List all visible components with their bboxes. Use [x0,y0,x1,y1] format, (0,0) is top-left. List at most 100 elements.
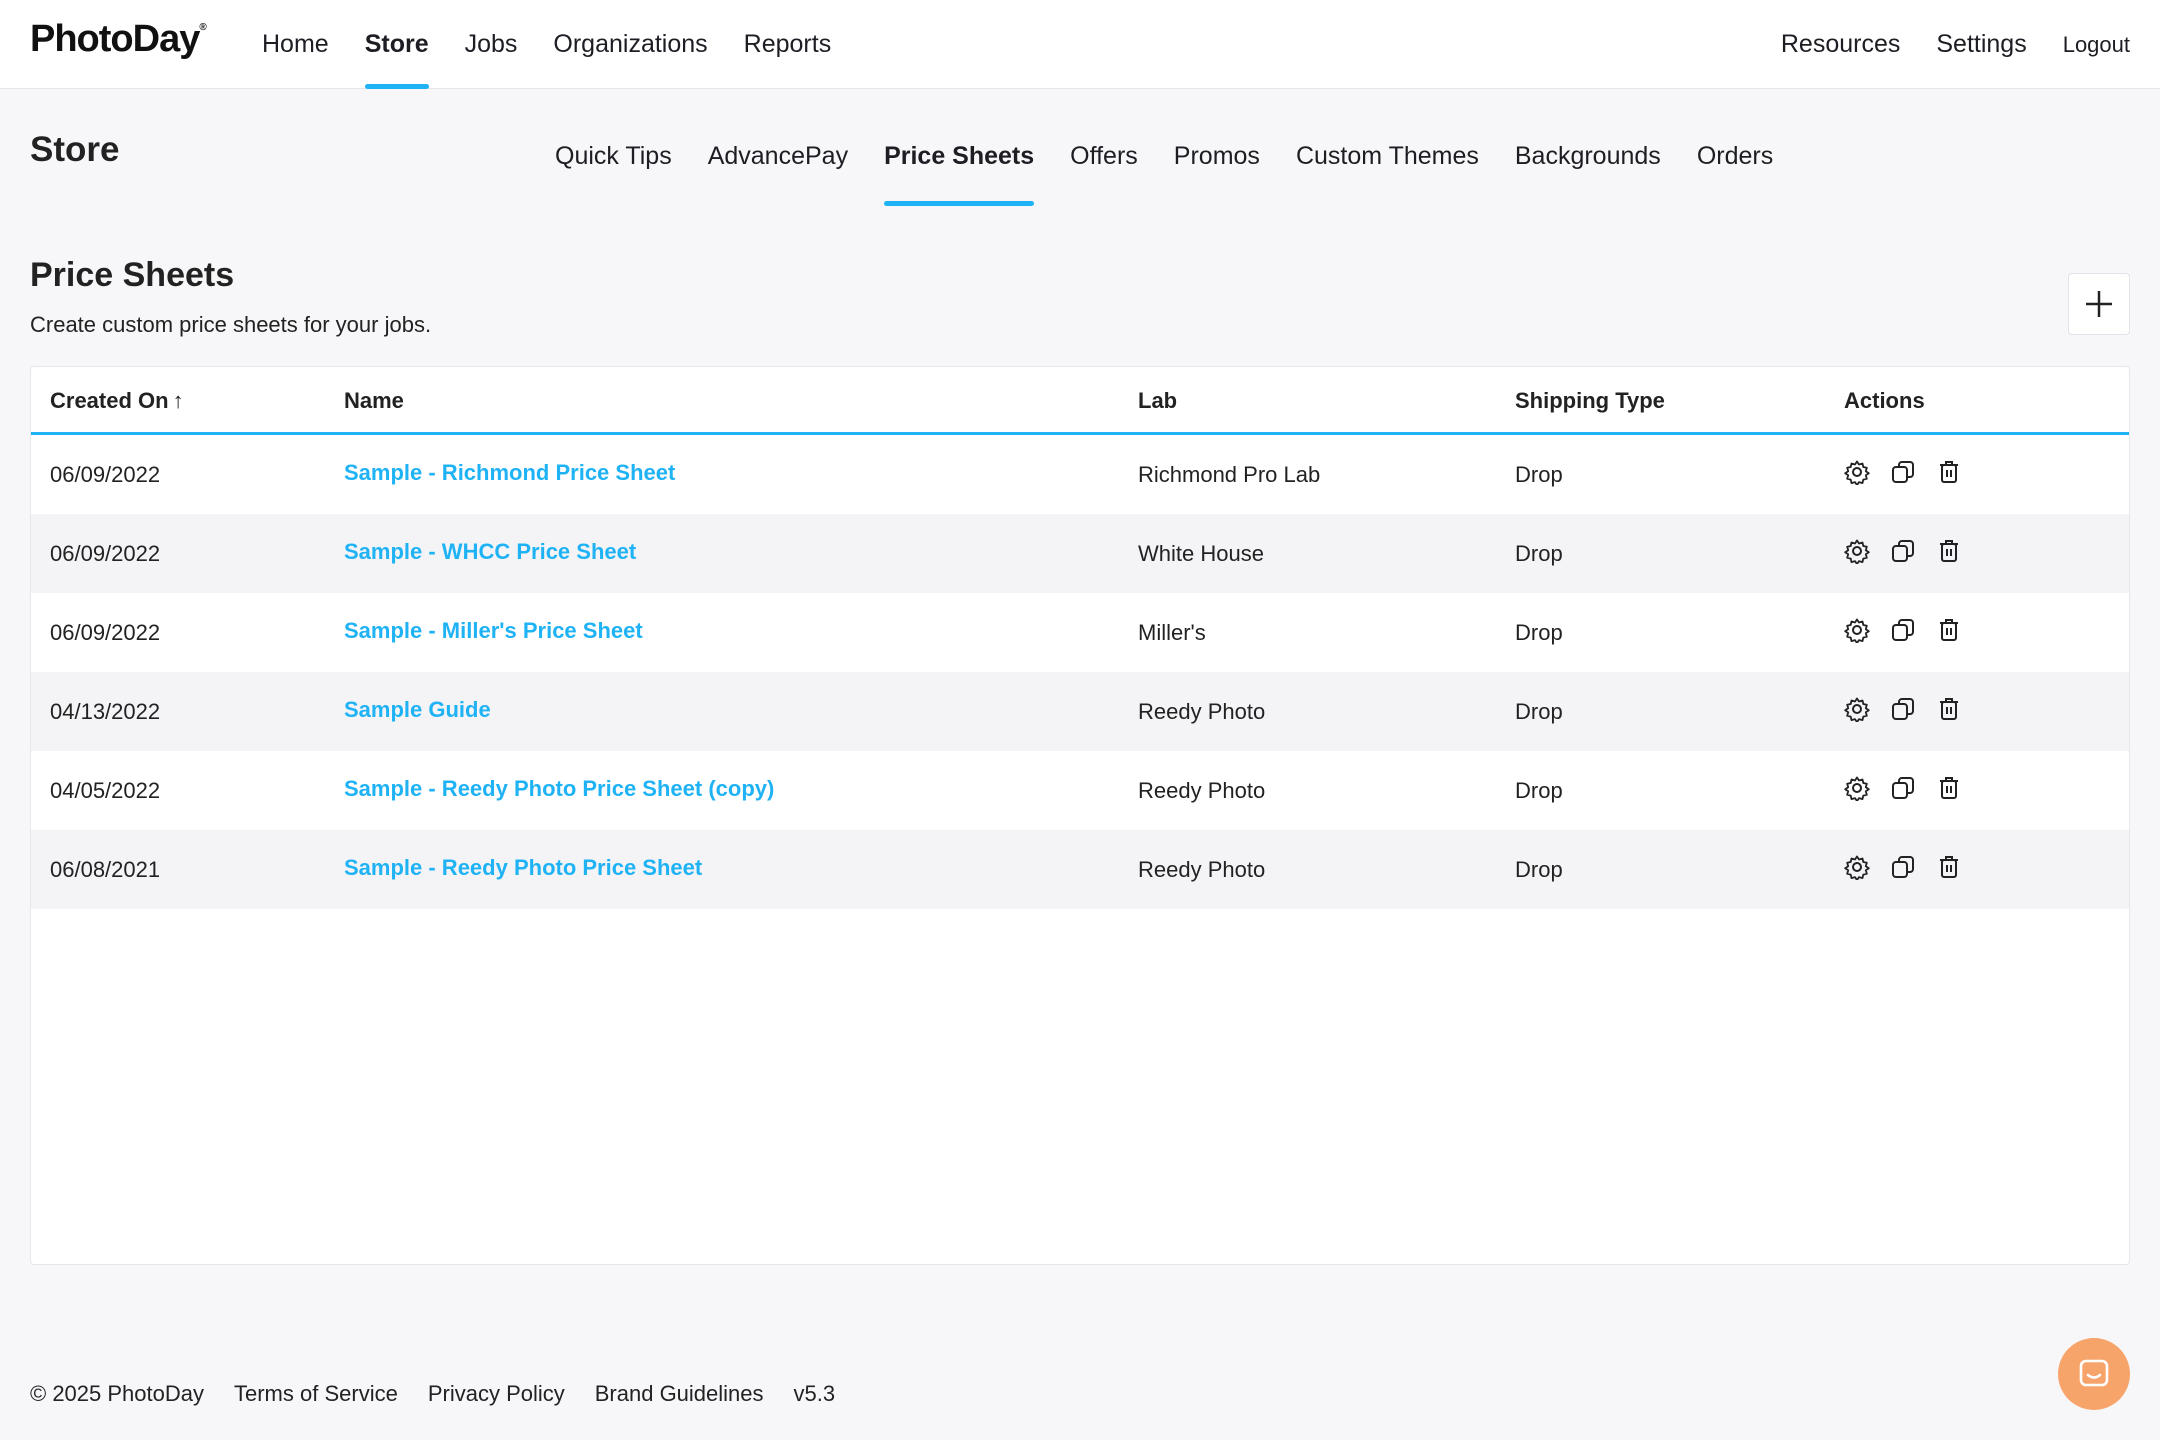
settings-action-button[interactable] [1844,696,1870,723]
column-created-on[interactable]: Created On ↑ [50,367,184,435]
logo-text: PhotoDay [30,18,200,60]
table-row: 06/08/2021 Sample - Reedy Photo Price She… [31,830,2129,909]
price-sheet-name-link[interactable]: Sample - WHCC Price Sheet [344,512,636,591]
created-on-cell: 06/09/2022 [50,620,161,645]
price-sheet-name-link[interactable]: Sample - Richmond Price Sheet [344,433,675,512]
tab-quick-tips[interactable]: Quick Tips [555,130,672,206]
logo-registered-mark: ® [199,22,206,33]
gear-icon [1844,618,1870,647]
main-nav: Home Store Jobs Organizations Reports [262,0,867,89]
column-created-on-label: Created On [50,388,169,413]
price-sheet-name-link[interactable]: Sample Guide [344,670,491,749]
gear-icon [1844,697,1870,726]
column-shipping-type[interactable]: Shipping Type [1515,367,1665,435]
delete-action-button[interactable] [1936,854,1962,880]
tab-offers[interactable]: Offers [1070,130,1138,206]
shipping-type-cell: Drop [1515,620,1563,645]
copy-icon [1890,540,1916,568]
settings-action-button[interactable] [1844,775,1870,802]
shipping-type-cell: Drop [1515,857,1563,882]
section-description: Create custom price sheets for your jobs… [30,312,432,337]
lab-cell: Richmond Pro Lab [1138,462,1321,487]
chat-launcher-button[interactable] [2058,1338,2130,1410]
row-actions [1844,775,1982,802]
delete-action-button[interactable] [1936,775,1962,801]
copy-icon [1890,698,1916,726]
created-on-cell: 04/05/2022 [50,778,161,803]
plus-icon [2086,291,2112,317]
delete-action-button[interactable] [1936,617,1962,643]
delete-action-button[interactable] [1936,459,1962,485]
footer-version: v5.3 [793,1381,836,1406]
created-on-cell: 06/08/2021 [50,857,161,882]
lab-cell: Reedy Photo [1138,699,1266,724]
nav-home[interactable]: Home [262,0,329,89]
trash-icon [1936,698,1962,726]
row-actions [1844,854,1982,881]
row-actions [1844,538,1982,565]
shipping-type-cell: Drop [1515,541,1563,566]
lab-cell: White House [1138,541,1264,566]
lab-cell: Reedy Photo [1138,778,1266,803]
add-price-sheet-button[interactable] [2068,273,2130,335]
shipping-type-cell: Drop [1515,462,1563,487]
nav-store[interactable]: Store [364,0,429,89]
trash-icon [1936,540,1962,568]
trash-icon [1936,619,1962,647]
tab-orders[interactable]: Orders [1697,130,1773,206]
nav-resources[interactable]: Resources [1781,30,1901,59]
logout-link[interactable]: Logout [2063,32,2130,58]
copy-action-button[interactable] [1890,538,1916,564]
photoday-logo[interactable]: PhotoDay® [30,18,207,61]
column-lab[interactable]: Lab [1138,367,1177,435]
lab-cell: Miller's [1138,620,1206,645]
created-on-cell: 06/09/2022 [50,541,161,566]
copy-action-button[interactable] [1890,854,1916,880]
nav-settings[interactable]: Settings [1936,30,2026,59]
row-actions [1844,459,1982,486]
tab-price-sheets[interactable]: Price Sheets [884,130,1035,206]
created-on-cell: 04/13/2022 [50,699,161,724]
trash-icon [1936,461,1962,489]
tab-promos[interactable]: Promos [1174,130,1260,206]
table-row: 06/09/2022 Sample - Richmond Price Sheet R… [31,435,2129,514]
column-actions: Actions [1844,388,1925,413]
settings-action-button[interactable] [1844,538,1870,565]
tab-backgrounds[interactable]: Backgrounds [1515,130,1661,206]
nav-reports[interactable]: Reports [744,0,832,89]
row-actions [1844,617,1982,644]
table-row: 06/09/2022 Sample - Miller's Price Sheet M… [31,593,2129,672]
right-nav: Resources Settings Logout [1745,0,2130,89]
settings-action-button[interactable] [1844,854,1870,881]
table-row: 04/13/2022 Sample Guide Reedy Photo Drop [31,672,2129,751]
gear-icon [1844,776,1870,805]
column-name[interactable]: Name [344,367,404,435]
settings-action-button[interactable] [1844,617,1870,644]
copy-icon [1890,777,1916,805]
nav-organizations[interactable]: Organizations [553,0,707,89]
tab-custom-themes[interactable]: Custom Themes [1296,130,1479,206]
price-sheet-name-link[interactable]: Sample - Reedy Photo Price Sheet [344,828,702,907]
price-sheet-name-link[interactable]: Sample - Reedy Photo Price Sheet (copy) [344,749,774,828]
gear-icon [1844,539,1870,568]
shipping-type-cell: Drop [1515,699,1563,724]
price-sheet-name-link[interactable]: Sample - Miller's Price Sheet [344,591,643,670]
footer-brand-guidelines-link[interactable]: Brand Guidelines [595,1381,764,1407]
settings-action-button[interactable] [1844,459,1870,486]
created-on-cell: 06/09/2022 [50,462,161,487]
delete-action-button[interactable] [1936,538,1962,564]
tab-advancepay[interactable]: AdvancePay [708,130,848,206]
copy-action-button[interactable] [1890,459,1916,485]
delete-action-button[interactable] [1936,696,1962,722]
footer-privacy-link[interactable]: Privacy Policy [428,1381,565,1407]
row-actions [1844,696,1982,723]
nav-jobs[interactable]: Jobs [465,0,518,89]
store-subnav: Quick Tips AdvancePay Price Sheets Offer… [555,130,1809,206]
copy-action-button[interactable] [1890,617,1916,643]
lab-cell: Reedy Photo [1138,857,1266,882]
footer-terms-link[interactable]: Terms of Service [234,1381,398,1407]
copy-action-button[interactable] [1890,696,1916,722]
price-sheets-table: Created On ↑ Name Lab Shipping Type Actio… [30,366,2130,1265]
table-row: 04/05/2022 Sample - Reedy Photo Price She… [31,751,2129,830]
copy-action-button[interactable] [1890,775,1916,801]
